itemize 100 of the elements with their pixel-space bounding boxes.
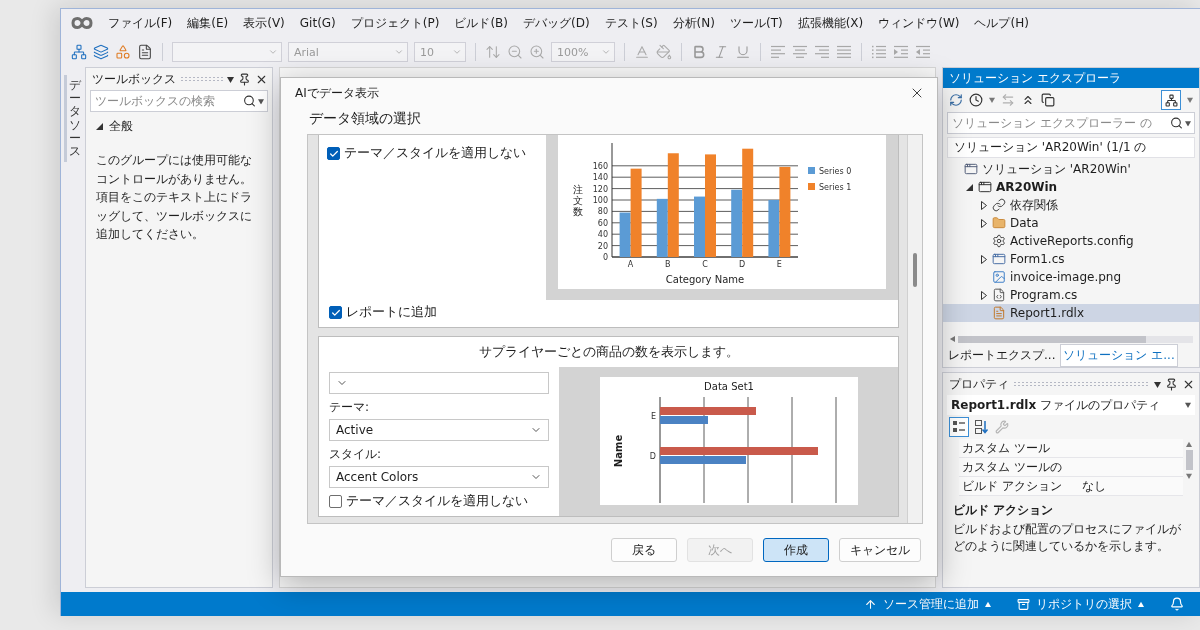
menu-item[interactable]: デバッグ(D) bbox=[523, 14, 590, 32]
status-item[interactable]: リポジトリの選択 bbox=[1017, 595, 1144, 613]
tree-item[interactable]: AR20Win bbox=[943, 178, 1199, 196]
panel-title-bar: ソリューション エクスプローラ bbox=[943, 68, 1199, 88]
outdent-icon[interactable] bbox=[915, 45, 931, 59]
scroll-up-icon[interactable] bbox=[1186, 441, 1192, 447]
scroll-left-icon[interactable] bbox=[949, 336, 955, 342]
menu-item[interactable]: ヘルプ(H) bbox=[974, 14, 1029, 32]
bold-icon[interactable] bbox=[691, 44, 707, 60]
checkbox-label[interactable]: テーマ／スタイルを適用しない bbox=[344, 145, 526, 162]
infinity-logo-icon bbox=[71, 16, 93, 30]
collapse-arrow-icon[interactable] bbox=[966, 183, 973, 191]
section-heading: データ領域の選択 bbox=[308, 109, 422, 128]
dropdown[interactable]: Active bbox=[329, 419, 549, 441]
tree-item[interactable]: Form1.cs bbox=[943, 250, 1199, 268]
tree-item[interactable]: invoice-image.png bbox=[943, 268, 1199, 286]
menu-item[interactable]: プロジェクト(P) bbox=[350, 14, 440, 32]
caret-down-icon[interactable] bbox=[1185, 120, 1191, 126]
side-tab[interactable]: データソース bbox=[63, 75, 83, 163]
menu-item[interactable]: ウィンドウ(W) bbox=[878, 14, 960, 32]
hierarchy-icon bbox=[1164, 93, 1178, 107]
pin-icon[interactable] bbox=[238, 72, 251, 86]
expand-arrow-icon[interactable] bbox=[980, 218, 987, 228]
scrollbar-thumb[interactable] bbox=[913, 253, 917, 287]
menu-item[interactable]: 拡張機能(X) bbox=[797, 14, 864, 32]
indent-icon[interactable] bbox=[893, 45, 909, 59]
category-label: E bbox=[776, 260, 782, 269]
collapse-all-icon[interactable] bbox=[1021, 93, 1035, 107]
sync-icon[interactable] bbox=[949, 93, 963, 107]
menu-item[interactable]: テスト(S) bbox=[604, 14, 658, 32]
menu-item[interactable]: 分析(N) bbox=[672, 14, 715, 32]
shapes-icon[interactable] bbox=[115, 44, 131, 60]
caret-down-icon[interactable] bbox=[258, 98, 264, 104]
axis-tick-label: 80 bbox=[597, 207, 608, 217]
panel-tab[interactable]: ソリューション エ... bbox=[1060, 344, 1178, 367]
copy-icon[interactable] bbox=[1041, 93, 1055, 107]
category-label: E bbox=[650, 412, 656, 421]
object-selector[interactable]: Report1.rdlx ファイルのプロパティ bbox=[947, 395, 1195, 415]
scrollbar-track[interactable] bbox=[907, 135, 922, 523]
group-header[interactable]: 全般 bbox=[109, 118, 133, 135]
tree-item[interactable]: ソリューション 'AR20Win' bbox=[943, 160, 1199, 178]
dialog-button[interactable]: 作成 bbox=[763, 538, 829, 562]
scrollbar-track[interactable] bbox=[958, 335, 1193, 343]
layers-icon[interactable] bbox=[93, 44, 109, 60]
menu-item[interactable]: 表示(V) bbox=[243, 14, 285, 32]
scrollbar-thumb[interactable] bbox=[1185, 450, 1193, 470]
window-icon bbox=[964, 162, 978, 176]
menu-item[interactable]: ビルド(B) bbox=[454, 14, 508, 32]
checkbox[interactable] bbox=[327, 147, 340, 160]
checkbox-label[interactable]: レポートに追加 bbox=[346, 304, 437, 321]
dialog-button[interactable]: キャンセル bbox=[839, 538, 921, 562]
fill-color-icon[interactable] bbox=[656, 44, 672, 60]
caret-down-icon[interactable] bbox=[1154, 380, 1161, 388]
scrollbar-thumb[interactable] bbox=[958, 335, 1146, 343]
dialog-button[interactable]: 戻る bbox=[611, 538, 677, 562]
code-file-icon bbox=[992, 288, 1006, 302]
status-item[interactable]: ソース管理に追加 bbox=[864, 595, 991, 613]
tree-item[interactable]: 依存関係 bbox=[943, 196, 1199, 214]
search-field[interactable]: ソリューション エクスプローラー の bbox=[947, 112, 1195, 134]
dialog-title: AIでデータ表示 bbox=[295, 84, 379, 102]
menu-item[interactable]: ファイル(F) bbox=[108, 14, 173, 32]
dropdown[interactable]: Accent Colors bbox=[329, 466, 549, 488]
search-field[interactable]: ツールボックスの検索 bbox=[90, 90, 268, 112]
categorized-button[interactable] bbox=[949, 417, 969, 437]
caret-down-icon[interactable] bbox=[227, 75, 234, 83]
checkbox[interactable] bbox=[329, 495, 342, 508]
tree-item[interactable]: Program.cs bbox=[943, 286, 1199, 304]
italic-icon[interactable] bbox=[713, 44, 729, 60]
checkbox-label[interactable]: テーマ／スタイルを適用しない bbox=[346, 493, 528, 510]
tree-item[interactable]: Report1.rdlx bbox=[943, 304, 1199, 322]
archive-icon bbox=[1017, 597, 1030, 611]
panel-tab[interactable]: レポートエクスプ... bbox=[945, 344, 1059, 367]
bell-icon[interactable] bbox=[1170, 597, 1184, 611]
pin-icon[interactable] bbox=[1165, 377, 1178, 391]
expand-arrow-icon[interactable] bbox=[980, 290, 987, 300]
font-color-icon[interactable] bbox=[634, 44, 650, 60]
document-icon[interactable] bbox=[137, 44, 153, 60]
description-title: ビルド アクション bbox=[953, 502, 1055, 519]
expand-arrow-icon[interactable] bbox=[980, 254, 987, 264]
axis-tick-label: 100 bbox=[592, 196, 608, 205]
property-name: カスタム ツール bbox=[961, 439, 1051, 457]
legend-label: Series 0 bbox=[819, 167, 852, 176]
caret-down-icon[interactable] bbox=[1185, 402, 1191, 408]
hierarchy-icon[interactable] bbox=[71, 44, 87, 60]
property-value[interactable]: なし bbox=[1079, 477, 1183, 495]
tree-item[interactable]: Data bbox=[943, 214, 1199, 232]
panel-title: ツールボックス bbox=[92, 70, 176, 88]
scroll-down-icon[interactable] bbox=[1186, 473, 1192, 479]
menu-item[interactable]: ツール(T) bbox=[729, 14, 783, 32]
panel-title: プロパティ bbox=[949, 375, 1009, 393]
view-toggle-button[interactable] bbox=[1161, 90, 1181, 110]
expand-arrow-icon[interactable] bbox=[980, 200, 987, 210]
checkbox[interactable] bbox=[329, 306, 342, 319]
menu-item[interactable]: Git(G) bbox=[299, 16, 336, 30]
sort-icon[interactable] bbox=[975, 420, 989, 434]
collapse-arrow-icon[interactable] bbox=[96, 123, 103, 130]
tree-item[interactable]: ActiveReports.config bbox=[943, 232, 1199, 250]
clock-icon[interactable] bbox=[969, 93, 983, 107]
chevron-down-icon bbox=[601, 47, 611, 57]
menu-item[interactable]: 編集(E) bbox=[187, 14, 229, 32]
